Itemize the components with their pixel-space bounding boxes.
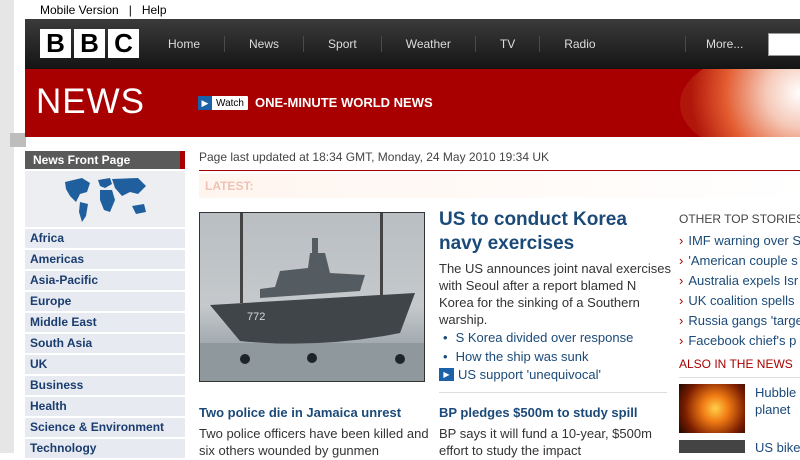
warship-photo[interactable]: 772 — [199, 212, 425, 382]
nav-news[interactable]: News — [224, 36, 303, 52]
sidebar-item-south-asia[interactable]: South Asia — [25, 334, 185, 353]
story-headline[interactable]: BP pledges $500m to study spill — [439, 405, 637, 420]
video-link[interactable]: ▶ US support 'unequivocal' — [439, 367, 601, 382]
sidebar-item-middle-east[interactable]: Middle East — [25, 313, 185, 332]
story-summary: Two police officers have been killed and… — [199, 426, 429, 458]
nav-radio[interactable]: Radio — [539, 36, 619, 52]
related-links: S Korea divided over response How the sh… — [443, 328, 634, 366]
sidebar-item-health[interactable]: Health — [25, 397, 185, 416]
divider — [199, 170, 800, 171]
sidebar-item-science-environment[interactable]: Science & Environment — [25, 418, 185, 437]
related-link[interactable]: S Korea divided over response — [443, 328, 634, 347]
also-story-line: planet — [755, 402, 791, 417]
mobile-version-link[interactable]: Mobile Version — [30, 3, 129, 17]
masthead: B B C Home News Sport Weather TV Radio M… — [25, 19, 800, 69]
other-story-link[interactable]: UK coalition spells — [679, 291, 800, 311]
divider — [679, 377, 800, 378]
lead-headline[interactable]: US to conduct Korea navy exercises — [439, 208, 669, 256]
play-icon: ▶ — [198, 96, 212, 110]
also-in-the-news-title: ALSO IN THE NEWS — [679, 357, 793, 371]
also-story-line: Hubble — [755, 385, 797, 400]
sidebar-item-business[interactable]: Business — [25, 376, 185, 395]
story-headline[interactable]: Two police die in Jamaica unrest — [199, 405, 401, 420]
other-story-link[interactable]: 'American couple s — [679, 251, 800, 271]
news-title[interactable]: NEWS — [36, 82, 145, 122]
other-top-stories: OTHER TOP STORIES IMF warning over S 'Am… — [679, 212, 800, 351]
news-front-page-link[interactable]: News Front Page — [25, 151, 185, 169]
nav-sport[interactable]: Sport — [303, 36, 381, 52]
video-link-label: US support 'unequivocal' — [458, 367, 601, 382]
sidebar-item-uk[interactable]: UK — [25, 355, 185, 374]
sidebar-item-europe[interactable]: Europe — [25, 292, 185, 311]
scroll-nub — [10, 133, 26, 147]
utility-links: Mobile Version | Help — [30, 0, 177, 20]
other-story-link[interactable]: IMF warning over S — [679, 231, 800, 251]
watch-button[interactable]: ▶ Watch — [198, 96, 248, 110]
help-link[interactable]: Help — [132, 3, 177, 17]
left-rail — [0, 0, 26, 453]
other-story-link[interactable]: Russia gangs 'targe — [679, 311, 800, 331]
hubble-thumbnail[interactable] — [679, 384, 745, 433]
nav-more[interactable]: More... — [685, 36, 743, 52]
logo-letter: B — [40, 29, 71, 58]
nav-tv[interactable]: TV — [474, 36, 539, 52]
sidebar-item-asia-pacific[interactable]: Asia-Pacific — [25, 271, 185, 290]
sidebar-item-africa[interactable]: Africa — [25, 229, 185, 248]
one-minute-world-news-link[interactable]: ONE-MINUTE WORLD NEWS — [255, 95, 433, 110]
logo-letter: C — [108, 29, 139, 58]
divider — [439, 392, 667, 393]
logo-letter: B — [74, 29, 105, 58]
section-nav: News Front Page Africa Americas Asia-Pac… — [25, 151, 185, 460]
latest-ticker: LATEST: — [199, 174, 800, 198]
story-summary: BP says it will fund a 10-year, $500m ef… — [439, 426, 652, 458]
other-story-link[interactable]: Facebook chief's p — [679, 331, 800, 351]
globe-graphic — [680, 69, 800, 137]
also-story-link[interactable]: Hubble planet — [755, 384, 800, 418]
other-story-link[interactable]: Australia expels Isr — [679, 271, 800, 291]
video-play-icon: ▶ — [439, 368, 454, 381]
news-banner: NEWS ▶ Watch ONE-MINUTE WORLD NEWS — [25, 69, 800, 137]
watch-label: Watch — [216, 97, 244, 109]
nav-home[interactable]: Home — [155, 36, 224, 52]
sidebar-item-technology[interactable]: Technology — [25, 439, 185, 458]
last-updated: Page last updated at 18:34 GMT, Monday, … — [199, 150, 549, 164]
world-map-icon[interactable] — [25, 171, 185, 227]
related-link[interactable]: How the ship was sunk — [443, 347, 633, 366]
nav-weather[interactable]: Weather — [380, 36, 475, 52]
bike-thumbnail[interactable] — [679, 440, 745, 453]
search-input[interactable] — [768, 33, 800, 56]
other-top-stories-title: OTHER TOP STORIES — [679, 212, 800, 226]
lead-summary: The US announces joint naval exercises w… — [439, 261, 671, 327]
bbc-logo[interactable]: B B C — [40, 29, 139, 58]
global-nav: Home News Sport Weather TV Radio — [155, 19, 620, 69]
sidebar-item-americas[interactable]: Americas — [25, 250, 185, 269]
ship-number: 772 — [247, 311, 265, 323]
